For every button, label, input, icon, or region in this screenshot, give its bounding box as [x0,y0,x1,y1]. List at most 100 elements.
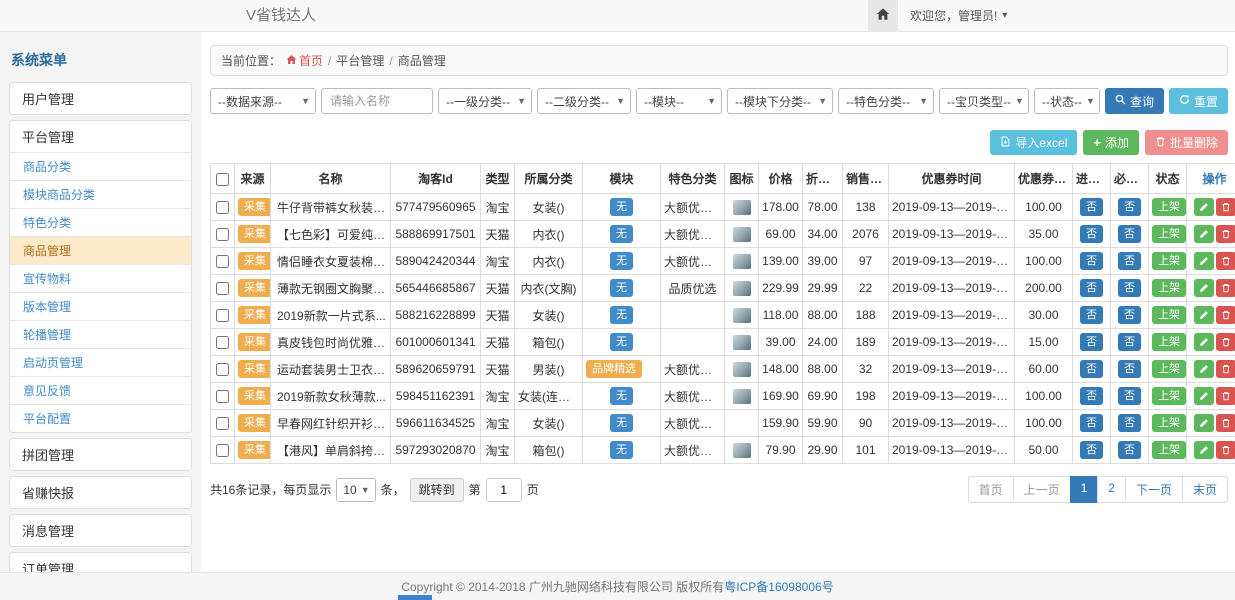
icp-link[interactable]: 粤ICP备16098006号 [724,578,833,595]
reset-button[interactable]: 重置 [1169,88,1228,114]
delete-button[interactable] [1216,306,1235,324]
import-select-toggle[interactable]: 否 [1080,441,1103,459]
sidebar-subitem[interactable]: 意见反馈 [10,376,191,404]
page-button-page-1[interactable]: 1 [1070,476,1099,503]
status-badge[interactable]: 上架 [1152,333,1186,351]
must-buy-toggle[interactable]: 否 [1118,252,1141,270]
delete-button[interactable] [1216,441,1235,459]
sidebar-subitem[interactable]: 版本管理 [10,292,191,320]
import-select-toggle[interactable]: 否 [1080,252,1103,270]
sidebar-subitem[interactable]: 宣传物料 [10,264,191,292]
import-select-toggle[interactable]: 否 [1080,414,1103,432]
sidebar-item[interactable]: 用户管理 [10,83,191,114]
filter-select-data-source[interactable]: --数据来源--▼ [210,88,316,114]
sidebar-item[interactable]: 平台管理 [10,121,191,152]
status-badge[interactable]: 上架 [1152,387,1186,405]
user-menu[interactable]: 欢迎您，管理员! ▾ [898,7,1019,24]
delete-button[interactable] [1216,225,1235,243]
import-select-toggle[interactable]: 否 [1080,279,1103,297]
sidebar-subitem[interactable]: 商品管理 [10,236,191,264]
must-buy-toggle[interactable]: 否 [1118,225,1141,243]
sidebar-subitem[interactable]: 商品分类 [10,152,191,180]
row-checkbox[interactable] [216,417,229,430]
sidebar-subitem[interactable]: 特色分类 [10,208,191,236]
filter-select-item-type[interactable]: --宝贝类型--▼ [939,88,1029,114]
edit-button[interactable] [1194,279,1214,297]
status-badge[interactable]: 上架 [1152,252,1186,270]
delete-button[interactable] [1216,387,1235,405]
jump-button[interactable]: 跳转到 [410,478,464,502]
row-checkbox[interactable] [216,201,229,214]
must-buy-toggle[interactable]: 否 [1118,333,1141,351]
import-select-toggle[interactable]: 否 [1080,333,1103,351]
sidebar-item[interactable]: 省赚快报 [10,477,191,508]
sidebar-subitem[interactable]: 模块商品分类 [10,180,191,208]
row-checkbox[interactable] [216,390,229,403]
delete-button[interactable] [1216,279,1235,297]
batch-delete-button[interactable]: 批量删除 [1145,130,1228,155]
breadcrumb-item[interactable]: 平台管理 [336,52,384,69]
edit-button[interactable] [1194,252,1214,270]
horizontal-scrollbar-thumb[interactable] [398,595,432,600]
sidebar-item[interactable]: 消息管理 [10,515,191,546]
sidebar-subitem[interactable]: 启动页管理 [10,348,191,376]
search-button[interactable]: 查询 [1105,88,1164,114]
import-select-toggle[interactable]: 否 [1080,306,1103,324]
filter-select-primary-category[interactable]: --一级分类--▼ [438,88,532,114]
status-badge[interactable]: 上架 [1152,441,1186,459]
status-badge[interactable]: 上架 [1152,306,1186,324]
status-badge[interactable]: 上架 [1152,360,1186,378]
must-buy-toggle[interactable]: 否 [1118,387,1141,405]
import-excel-button[interactable]: 导入excel [990,130,1077,155]
must-buy-toggle[interactable]: 否 [1118,414,1141,432]
edit-button[interactable] [1194,387,1214,405]
select-all-checkbox[interactable] [216,173,229,186]
delete-button[interactable] [1216,360,1235,378]
edit-button[interactable] [1194,306,1214,324]
delete-button[interactable] [1216,333,1235,351]
row-checkbox[interactable] [216,309,229,322]
must-buy-toggle[interactable]: 否 [1118,441,1141,459]
filter-select-status[interactable]: --状态--▼ [1034,88,1100,114]
filter-select-module[interactable]: --模块--▼ [636,88,722,114]
add-button[interactable]: + 添加 [1083,130,1139,155]
row-checkbox[interactable] [216,336,229,349]
edit-button[interactable] [1194,198,1214,216]
must-buy-toggle[interactable]: 否 [1118,306,1141,324]
status-badge[interactable]: 上架 [1152,198,1186,216]
delete-button[interactable] [1216,414,1235,432]
filter-select-secondary-category[interactable]: --二级分类--▼ [537,88,631,114]
edit-button[interactable] [1194,441,1214,459]
row-checkbox[interactable] [216,228,229,241]
sidebar-subitem[interactable]: 轮播管理 [10,320,191,348]
edit-button[interactable] [1194,225,1214,243]
page-button-last[interactable]: 末页 [1182,476,1228,503]
import-select-toggle[interactable]: 否 [1080,225,1103,243]
import-select-toggle[interactable]: 否 [1080,198,1103,216]
filter-select-module-subcategory[interactable]: --模块下分类--▼ [727,88,833,114]
status-badge[interactable]: 上架 [1152,225,1186,243]
page-jump-input[interactable] [486,478,522,502]
delete-button[interactable] [1216,252,1235,270]
must-buy-toggle[interactable]: 否 [1118,279,1141,297]
sidebar-item[interactable]: 拼团管理 [10,439,191,470]
import-select-toggle[interactable]: 否 [1080,360,1103,378]
filter-select-special-category[interactable]: --特色分类--▼ [838,88,934,114]
home-button[interactable] [868,0,898,31]
must-buy-toggle[interactable]: 否 [1118,198,1141,216]
page-button-page-2[interactable]: 2 [1097,476,1126,503]
name-search-input[interactable] [321,88,433,114]
status-badge[interactable]: 上架 [1152,279,1186,297]
row-checkbox[interactable] [216,444,229,457]
row-checkbox[interactable] [216,255,229,268]
edit-button[interactable] [1194,360,1214,378]
delete-button[interactable] [1216,198,1235,216]
edit-button[interactable] [1194,414,1214,432]
status-badge[interactable]: 上架 [1152,414,1186,432]
row-checkbox[interactable] [216,363,229,376]
must-buy-toggle[interactable]: 否 [1118,360,1141,378]
per-page-select[interactable]: 10▼ [336,478,375,502]
breadcrumb-home-link[interactable]: 首页 [286,52,323,69]
import-select-toggle[interactable]: 否 [1080,387,1103,405]
edit-button[interactable] [1194,333,1214,351]
